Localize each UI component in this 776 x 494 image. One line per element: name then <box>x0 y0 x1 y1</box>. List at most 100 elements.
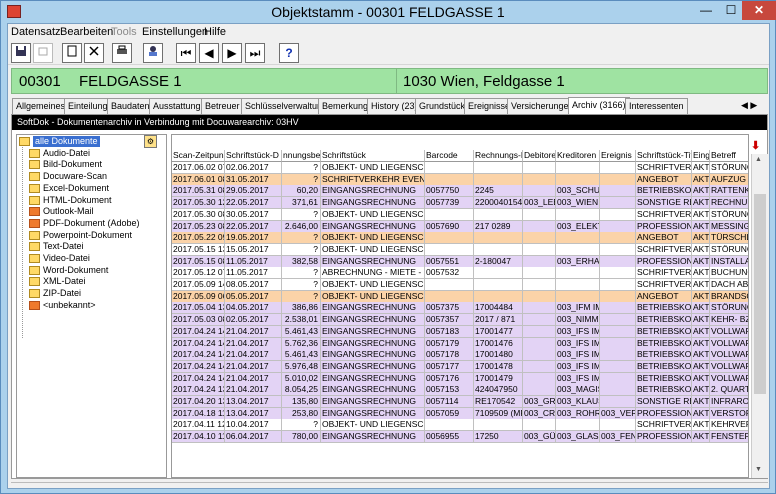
grid-cell: RE170542 <box>474 396 523 408</box>
column-header[interactable]: Schriftstück <box>321 150 425 162</box>
grid-cell: 382,58 <box>282 255 321 268</box>
grid-cell <box>425 243 474 256</box>
user-settings-button[interactable] <box>143 43 163 63</box>
grid-cell: ? <box>282 279 321 291</box>
grid-cell: 2017.05.04 13 <box>172 302 225 315</box>
column-header[interactable]: Rechnungs-N <box>474 150 523 162</box>
print-button[interactable] <box>112 43 132 63</box>
tab-betreuer[interactable]: Betreuer <box>201 98 244 114</box>
delete-record-button[interactable] <box>84 43 104 63</box>
scrollbar-thumb[interactable] <box>754 194 766 394</box>
table-row[interactable]: 2017.05.09 14 08.05.2017? OBJEKT- UND LIEG… <box>172 279 748 291</box>
menu-einstellungen[interactable]: Einstellungen <box>142 26 208 38</box>
menu-tools[interactable]: Tools <box>111 26 137 38</box>
table-row[interactable]: 2017.04.24 14 21.04.2017 5.762,36 EINGANGSR… <box>172 337 748 350</box>
sort-down-arrow-icon[interactable]: ⬇ <box>751 139 760 152</box>
table-row[interactable]: 2017.04.20 13 13.04.2017 135,80 EINGANGSREC… <box>172 396 748 408</box>
help-button[interactable]: ? <box>279 43 299 63</box>
grid-cell: EINGANGSRECHNUNG <box>321 384 425 397</box>
table-row[interactable]: 2017.05.30 08 30.05.2017? OBJEKT- UND LIEG… <box>172 208 748 221</box>
tab-grundstueck[interactable]: Grundstück <box>415 98 470 114</box>
grid-cell <box>474 290 523 303</box>
column-header[interactable]: Kreditoren <box>556 150 600 162</box>
tab-versicherungen[interactable]: Versicherungen <box>507 98 578 114</box>
grid-vertical-scrollbar[interactable]: ▲ ▼ <box>751 154 768 478</box>
table-row[interactable]: 2017.04.24 13 21.04.2017 8.054,25 EINGANGSR… <box>172 384 748 397</box>
grid-cell <box>523 372 556 385</box>
table-row[interactable]: 2017.05.15 13 15.05.2017? OBJEKT- UND LIEG… <box>172 243 748 256</box>
grid-header-row[interactable]: Scan-ZeitpunkSchriftstück-DnnungsbetragS… <box>172 150 748 162</box>
archive-tool-icon[interactable]: ⚙ <box>144 135 157 148</box>
grid-cell: AKT <box>692 431 710 444</box>
grid-cell: 371,61 <box>282 197 321 210</box>
grid-cell: AKT <box>692 384 710 397</box>
table-row[interactable]: 2017.05.23 08 22.05.2017 2.646,00 EINGANGSR… <box>172 220 748 233</box>
last-record-button[interactable]: ⏭ <box>245 43 265 63</box>
menu-datensatz[interactable]: Datensatz <box>11 26 61 38</box>
grid-cell: RATTENKÖ <box>710 185 748 198</box>
table-row[interactable]: 2017.05.30 12 22.05.2017 371,61 EINGANGSREC… <box>172 197 748 210</box>
column-header[interactable]: Schriftstück-D <box>225 150 282 162</box>
object-header: 00301 FELDGASSE 1 1030 Wien, Feldgasse 1 <box>11 68 768 94</box>
column-header[interactable]: nnungsbetrag <box>282 150 321 162</box>
table-row[interactable]: 2017.05.31 08 29.05.2017 60,20 EINGANGSRECH… <box>172 185 748 198</box>
grid-cell: BETRIEBSKOS <box>636 384 692 397</box>
column-header[interactable]: Barcode <box>425 150 474 162</box>
grid-cell: AKT <box>692 267 710 280</box>
table-row[interactable]: 2017.06.01 08 31.05.2017? SCHRIFTVERKEHR E… <box>172 173 748 186</box>
grid-cell: SCHRIFTVERKA <box>636 267 692 280</box>
new-record-button[interactable] <box>62 43 82 63</box>
grid-cell: 003_IFM IM <box>556 302 600 315</box>
tab-archiv[interactable]: Archiv (3166) <box>568 97 630 114</box>
table-row[interactable]: 2017.04.24 14 21.04.2017 5.010,02 EINGANGSR… <box>172 372 748 385</box>
grid-cell: PROFESSIONI <box>636 220 692 233</box>
table-row[interactable]: 2017.04.18 11 13.04.2017 253,80 EINGANGSREC… <box>172 407 748 420</box>
tab-allgemeines[interactable]: Allgemeines <box>12 98 70 114</box>
menu-hilfe[interactable]: Hilfe <box>204 26 226 38</box>
maximize-button[interactable]: ☐ <box>718 1 744 20</box>
table-row[interactable]: 2017.04.24 14 21.04.2017 5.461,43 EINGANGSR… <box>172 349 748 362</box>
table-row[interactable]: 2017.04.24 14 21.04.2017 5.976,48 EINGANGSR… <box>172 360 748 373</box>
table-row[interactable]: 2017.04.11 12 10.04.2017? OBJEKT- UND LIEG… <box>172 419 748 432</box>
table-row[interactable]: 2017.05.04 13 04.05.2017 386,86 EINGANGSREC… <box>172 302 748 315</box>
grid-cell <box>600 349 636 362</box>
column-header[interactable]: Schriftstück-Tite <box>636 150 692 162</box>
table-row[interactable]: 2017.04.10 11 06.04.2017 780,00 EINGANGSREC… <box>172 431 748 444</box>
first-record-button[interactable]: ⏮ <box>176 43 196 63</box>
tab-baudaten[interactable]: Baudaten <box>107 98 154 114</box>
column-header[interactable]: Betreff <box>710 150 748 162</box>
column-header[interactable]: Debitore <box>523 150 556 162</box>
column-header[interactable]: Eing <box>692 150 710 162</box>
menu-bearbeiten[interactable]: Bearbeiten <box>60 26 113 38</box>
grid-cell: VERSTOPFU <box>710 407 748 420</box>
table-row[interactable]: 2017.04.24 14 21.04.2017 5.461,43 EINGANGSR… <box>172 325 748 338</box>
grid-cell <box>600 162 636 174</box>
scroll-up-icon[interactable]: ▲ <box>755 156 762 163</box>
tab-einteilung[interactable]: Einteilung <box>64 98 112 114</box>
save-button[interactable] <box>11 43 31 63</box>
tab-ausstattung[interactable]: Ausstattung <box>149 98 205 114</box>
close-button[interactable]: ✕ <box>742 1 776 20</box>
minimize-button[interactable]: — <box>693 1 719 20</box>
column-header[interactable]: Ereignis <box>600 150 636 162</box>
table-row[interactable]: 2017.06.02 07 02.06.2017? OBJEKT- UND LIEG… <box>172 162 748 174</box>
tab-bemerkung[interactable]: Bemerkung <box>318 98 373 114</box>
table-row[interactable]: 2017.05.03 08 02.05.2017 2.538,01 EINGANGSR… <box>172 314 748 327</box>
column-header[interactable]: Scan-Zeitpunk <box>172 150 225 162</box>
table-row[interactable]: 2017.05.15 08 11.05.2017 382,58 EINGANGSREC… <box>172 255 748 268</box>
title-bar[interactable]: Objektstamm - 00301 FELDGASSE 1 — ☐ ✕ <box>1 1 776 23</box>
grid-cell <box>523 232 556 245</box>
scroll-down-icon[interactable]: ▼ <box>755 466 762 473</box>
tab-interessenten[interactable]: Interessenten <box>625 98 688 114</box>
grid-cell: VOLLWART <box>710 360 748 373</box>
table-row[interactable]: 2017.05.12 07 11.05.2017? ABRECHNUNG - MIE… <box>172 267 748 280</box>
table-row[interactable]: 2017.05.22 09 19.05.2017? OBJEKT- UND LIEG… <box>172 232 748 245</box>
header-divider <box>396 69 397 93</box>
tab-history[interactable]: History (23) <box>367 98 422 114</box>
next-record-button[interactable]: ▶ <box>222 43 242 63</box>
grid-cell: 003_IFS IM <box>556 337 600 350</box>
tree-item-label: PDF-Dokument (Adobe) <box>43 217 140 228</box>
prev-record-button[interactable]: ◀ <box>199 43 219 63</box>
table-row[interactable]: 2017.05.09 06 05.05.2017? OBJEKT- UND LIEG… <box>172 290 748 303</box>
undo-button[interactable] <box>33 43 53 63</box>
